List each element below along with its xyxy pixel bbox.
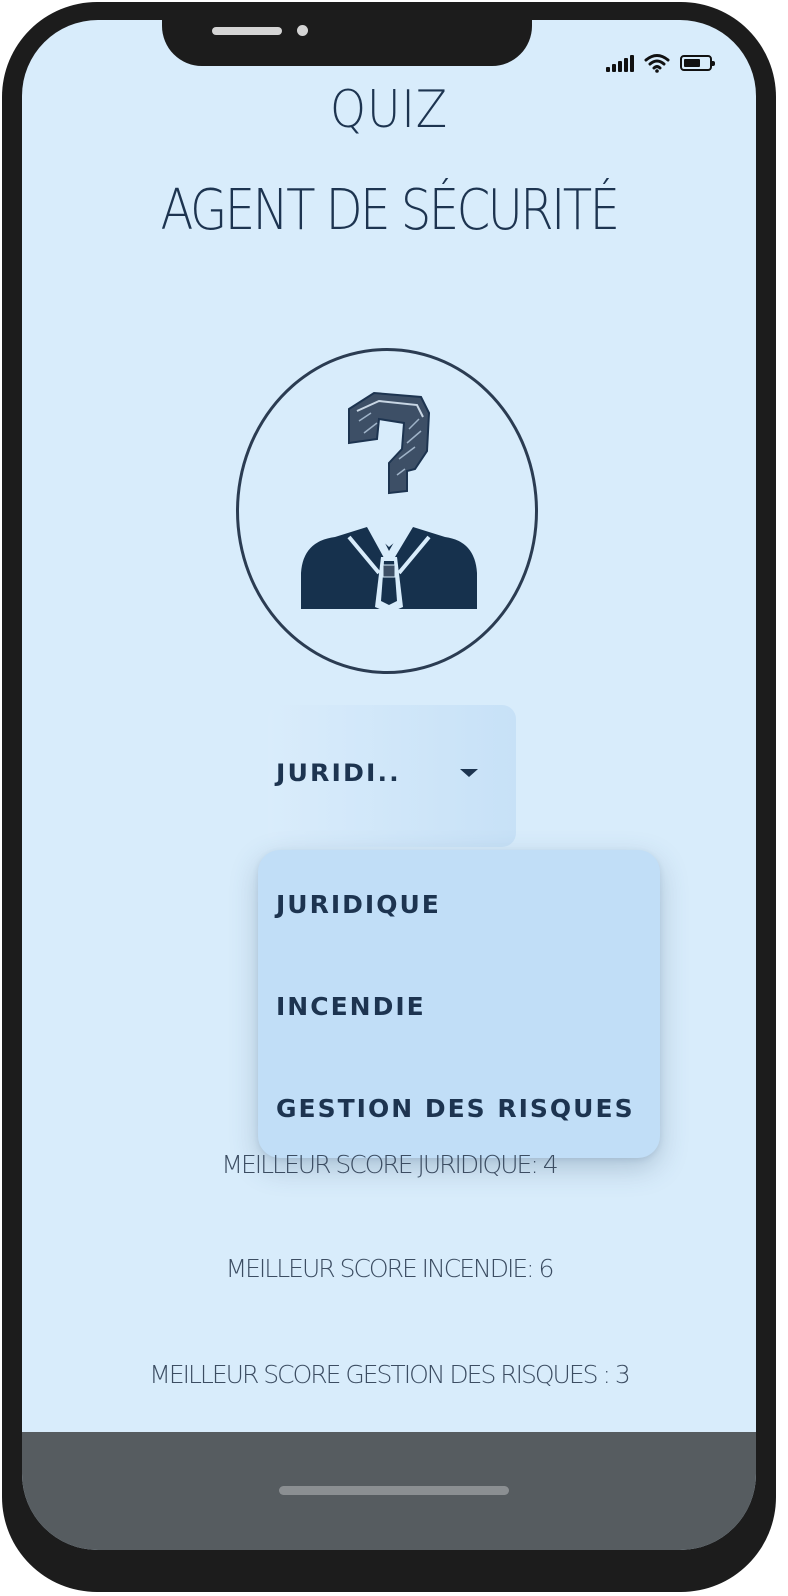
best-score-gestion: MEILLEUR SCORE GESTION DES RISQUES : 3 (149, 1360, 630, 1389)
battery-level (684, 59, 701, 67)
home-indicator[interactable] (279, 1486, 509, 1495)
avatar (236, 348, 538, 674)
battery-icon (680, 55, 715, 71)
notch (162, 20, 532, 66)
security-agent-question-icon (301, 391, 477, 613)
menu-item-gestion-des-risques[interactable]: GESTION DES RISQUES (276, 1094, 635, 1123)
dropdown-menu: JURIDIQUE INCENDIE GESTION DES RISQUES (258, 850, 660, 1158)
best-score-incendie: MEILLEUR SCORE INCENDIE: 6 (225, 1254, 555, 1283)
cellular-signal-icon (606, 54, 634, 72)
speaker (212, 27, 282, 35)
app-screen: QUIZ AGENT DE SÉCURITÉ JURIDI.. JURIDIQU… (22, 20, 756, 1550)
phone-frame: QUIZ AGENT DE SÉCURITÉ JURIDI.. JURIDIQU… (2, 2, 776, 1592)
status-bar (606, 50, 715, 76)
category-dropdown[interactable]: JURIDI.. (268, 705, 516, 847)
menu-item-incendie[interactable]: INCENDIE (276, 992, 426, 1021)
dropdown-selected-value: JURIDI.. (276, 759, 401, 787)
chevron-down-icon[interactable] (460, 769, 478, 777)
menu-item-juridique[interactable]: JURIDIQUE (276, 890, 441, 919)
front-camera (297, 25, 308, 36)
best-score-juridique: MEILLEUR SCORE JURIDIQUE: 4 (221, 1150, 558, 1179)
bottom-nav-bar (22, 1432, 756, 1550)
page-title: QUIZ (330, 80, 448, 140)
page-subtitle: AGENT DE SÉCURITÉ (160, 178, 621, 243)
wifi-icon (644, 54, 670, 73)
